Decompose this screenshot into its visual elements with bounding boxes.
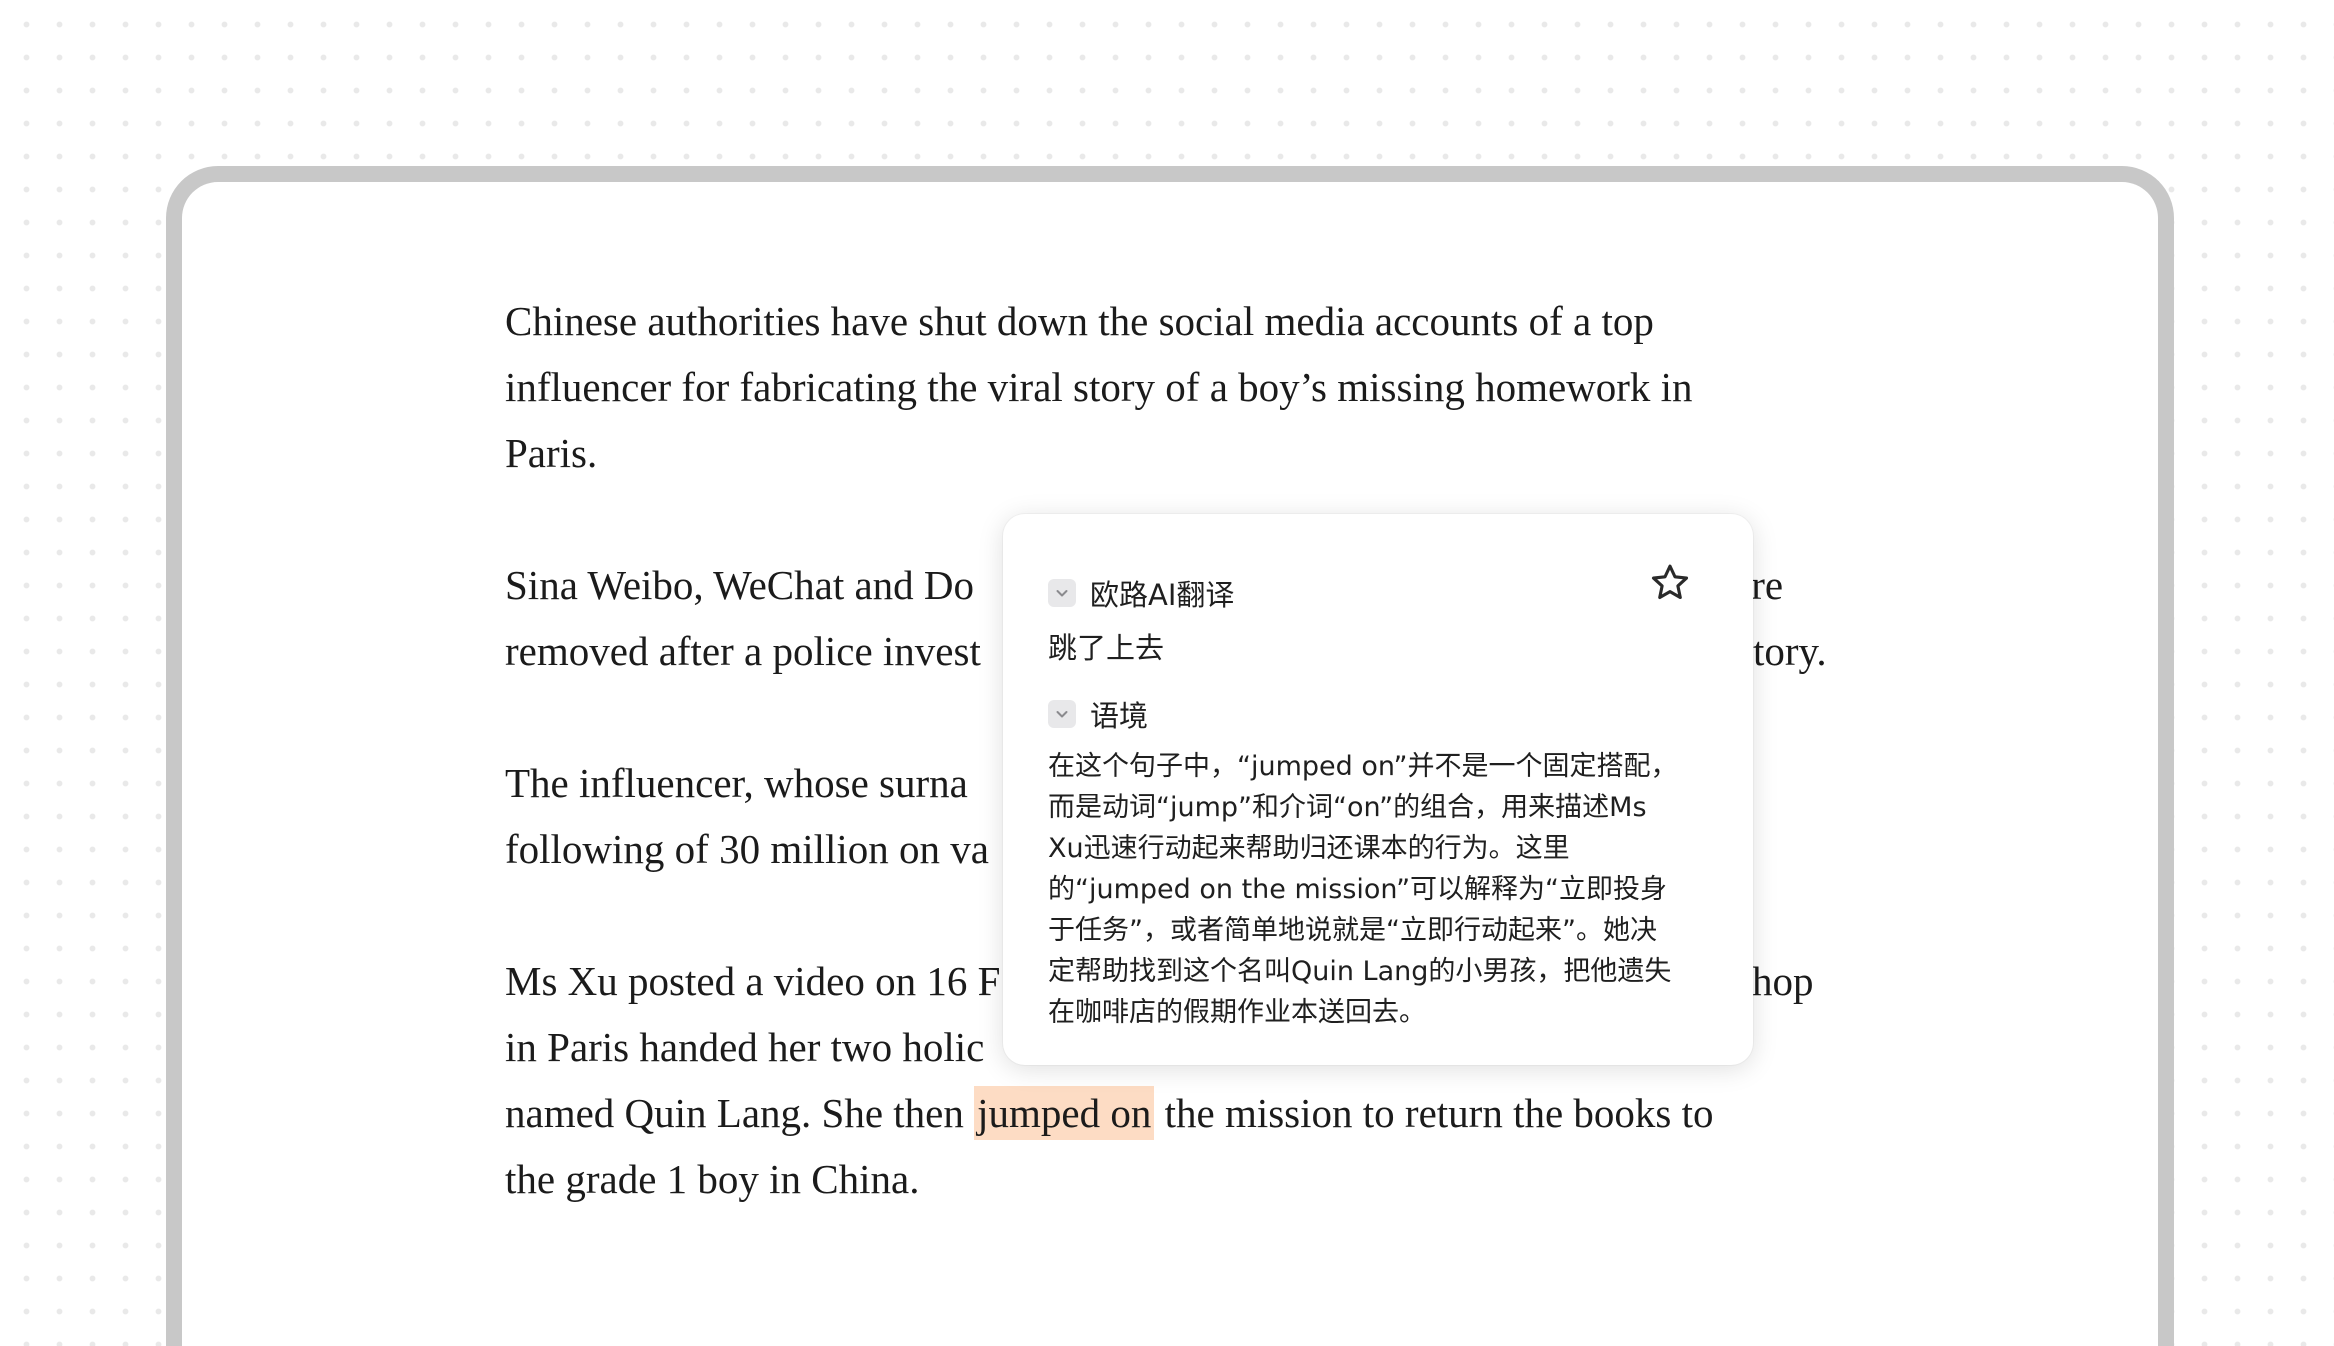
text-line: the grade 1 boy in China. bbox=[505, 1156, 920, 1202]
translation-section-header[interactable]: 欧路AI翻译 bbox=[1048, 575, 1235, 612]
chevron-down-icon[interactable] bbox=[1048, 579, 1076, 607]
text-line: Paris. bbox=[505, 430, 598, 476]
context-line: 在这个句子中，“jumped on”并不是一个固定搭配， bbox=[1048, 751, 1678, 782]
text-fragment-tail: tory. bbox=[1753, 628, 1827, 674]
paragraph-1: Chinese authorities have shut down the s… bbox=[505, 288, 1865, 486]
text-fragment: named Quin Lang. She then bbox=[505, 1090, 975, 1136]
text-fragment-tail: hop bbox=[1752, 958, 1814, 1004]
star-outline-icon[interactable] bbox=[1648, 561, 1692, 605]
context-section-title: 语境 bbox=[1090, 699, 1149, 733]
translation-section-title: 欧路AI翻译 bbox=[1090, 578, 1235, 612]
context-line: 在咖啡店的假期作业本送回去。 bbox=[1048, 997, 1426, 1028]
text-fragment: the mission to return the books to bbox=[1154, 1090, 1714, 1136]
faded-text-line bbox=[505, 1212, 1865, 1278]
translation-popup: 欧路AI翻译 跳了上去 语境 在这个句子中，“jumped on”并不是一个固定… bbox=[1003, 514, 1753, 1065]
text-line: named Quin Lang. She then jumped on the … bbox=[505, 1080, 1865, 1146]
translation-result: 跳了上去 bbox=[1048, 631, 1165, 665]
context-explanation: 在这个句子中，“jumped on”并不是一个固定搭配， 而是动词“jump”和… bbox=[1048, 746, 1708, 1033]
context-line: Xu迅速行动起来帮助归还课本的行为。这里 bbox=[1048, 833, 1570, 864]
text-line: Chinese authorities have shut down the s… bbox=[505, 298, 1654, 344]
context-line: 而是动词“jump”和介词“on”的组合，用来描述Ms bbox=[1048, 792, 1647, 823]
context-section-header[interactable]: 语境 bbox=[1048, 696, 1149, 733]
highlighted-phrase[interactable]: jumped on bbox=[974, 1086, 1155, 1140]
text-fragment: Sina Weibo, WeChat and Do bbox=[505, 562, 975, 608]
text-fragment: removed after a police invest bbox=[505, 628, 981, 674]
context-line: 定帮助找到这个名叫Quin Lang的小男孩，把他遗失 bbox=[1048, 956, 1672, 987]
text-line: influencer for fabricating the viral sto… bbox=[505, 364, 1693, 410]
chevron-down-icon[interactable] bbox=[1048, 700, 1076, 728]
context-line: 的“jumped on the mission”可以解释为“立即投身 bbox=[1048, 874, 1668, 905]
text-fragment: Ms Xu posted a video on 16 F bbox=[505, 958, 1001, 1004]
context-line: 于任务”，或者简单地说就是“立即行动起来”。她决 bbox=[1048, 915, 1657, 946]
